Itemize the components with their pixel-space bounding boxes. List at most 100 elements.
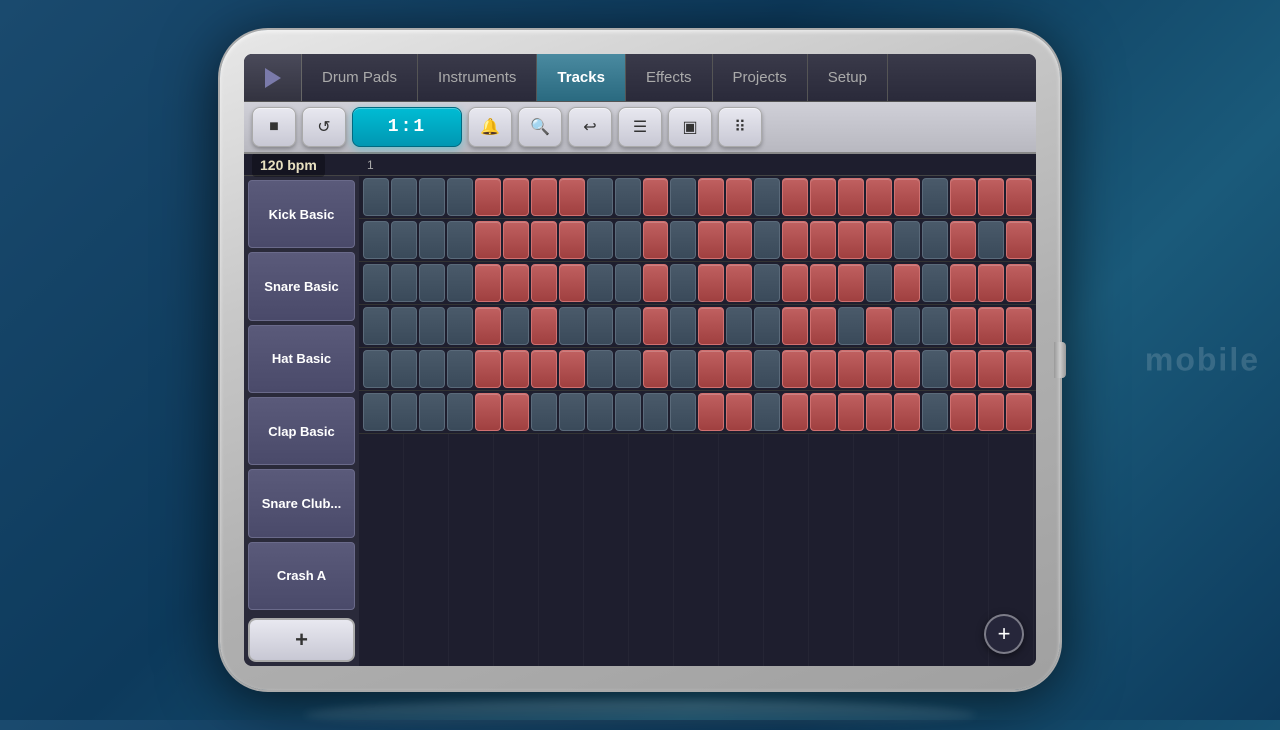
beat-cell-0-15[interactable]: [782, 178, 808, 216]
beat-cell-3-21[interactable]: [950, 307, 976, 345]
beat-cell-1-12[interactable]: [698, 221, 724, 259]
beat-cell-5-19[interactable]: [894, 393, 920, 431]
beat-cell-5-14[interactable]: [754, 393, 780, 431]
beat-cell-1-22[interactable]: [978, 221, 1004, 259]
beat-cell-1-18[interactable]: [866, 221, 892, 259]
beat-cell-2-4[interactable]: [475, 264, 501, 302]
beat-cell-3-9[interactable]: [615, 307, 641, 345]
beat-cell-3-7[interactable]: [559, 307, 585, 345]
beat-cell-3-5[interactable]: [503, 307, 529, 345]
beat-cell-1-13[interactable]: [726, 221, 752, 259]
beat-cell-2-23[interactable]: [1006, 264, 1032, 302]
beat-cell-5-21[interactable]: [950, 393, 976, 431]
beat-cell-5-22[interactable]: [978, 393, 1004, 431]
loop-button[interactable]: ↺: [302, 107, 346, 147]
beat-cell-2-8[interactable]: [587, 264, 613, 302]
beat-cell-3-18[interactable]: [866, 307, 892, 345]
side-button[interactable]: [1054, 342, 1066, 378]
beat-cell-2-11[interactable]: [670, 264, 696, 302]
beat-cell-2-6[interactable]: [531, 264, 557, 302]
beat-cell-4-15[interactable]: [782, 350, 808, 388]
beat-cell-5-13[interactable]: [726, 393, 752, 431]
beat-cell-2-16[interactable]: [810, 264, 836, 302]
beat-cell-2-2[interactable]: [419, 264, 445, 302]
beat-cell-4-1[interactable]: [391, 350, 417, 388]
beat-cell-1-7[interactable]: [559, 221, 585, 259]
beat-cell-4-13[interactable]: [726, 350, 752, 388]
beat-cell-1-21[interactable]: [950, 221, 976, 259]
beat-cell-0-1[interactable]: [391, 178, 417, 216]
tab-projects[interactable]: Projects: [713, 54, 808, 101]
beat-cell-2-20[interactable]: [922, 264, 948, 302]
beat-cell-5-17[interactable]: [838, 393, 864, 431]
beat-cell-2-18[interactable]: [866, 264, 892, 302]
beat-cell-2-3[interactable]: [447, 264, 473, 302]
beat-cell-5-20[interactable]: [922, 393, 948, 431]
beat-cell-2-1[interactable]: [391, 264, 417, 302]
beat-cell-4-3[interactable]: [447, 350, 473, 388]
beat-cell-5-6[interactable]: [531, 393, 557, 431]
beat-cell-0-22[interactable]: [978, 178, 1004, 216]
beat-cell-5-0[interactable]: [363, 393, 389, 431]
beat-cell-4-8[interactable]: [587, 350, 613, 388]
beat-cell-3-14[interactable]: [754, 307, 780, 345]
beat-cell-0-5[interactable]: [503, 178, 529, 216]
beat-cell-1-16[interactable]: [810, 221, 836, 259]
beat-cell-1-15[interactable]: [782, 221, 808, 259]
beat-cell-5-2[interactable]: [419, 393, 445, 431]
tab-instruments[interactable]: Instruments: [418, 54, 537, 101]
beat-cell-4-17[interactable]: [838, 350, 864, 388]
beat-cell-5-5[interactable]: [503, 393, 529, 431]
beat-cell-4-6[interactable]: [531, 350, 557, 388]
track-label-4[interactable]: Snare Club...: [248, 469, 355, 537]
beat-cell-5-12[interactable]: [698, 393, 724, 431]
beat-cell-0-23[interactable]: [1006, 178, 1032, 216]
beat-cell-1-1[interactable]: [391, 221, 417, 259]
beat-cell-2-9[interactable]: [615, 264, 641, 302]
beat-cell-4-9[interactable]: [615, 350, 641, 388]
beat-cell-1-20[interactable]: [922, 221, 948, 259]
track-label-3[interactable]: Clap Basic: [248, 397, 355, 465]
beat-cell-4-7[interactable]: [559, 350, 585, 388]
beat-cell-4-14[interactable]: [754, 350, 780, 388]
beat-cell-0-20[interactable]: [922, 178, 948, 216]
beat-cell-2-7[interactable]: [559, 264, 585, 302]
image-view-button[interactable]: ▣: [668, 107, 712, 147]
beat-cell-5-4[interactable]: [475, 393, 501, 431]
beat-cell-0-21[interactable]: [950, 178, 976, 216]
beat-cell-1-8[interactable]: [587, 221, 613, 259]
beat-cell-1-4[interactable]: [475, 221, 501, 259]
tab-setup[interactable]: Setup: [808, 54, 888, 101]
beat-cell-3-16[interactable]: [810, 307, 836, 345]
metronome-button[interactable]: 🔔: [468, 107, 512, 147]
add-track-grid-button[interactable]: +: [984, 614, 1024, 654]
beat-cell-2-19[interactable]: [894, 264, 920, 302]
beat-cell-5-11[interactable]: [670, 393, 696, 431]
beat-cell-2-15[interactable]: [782, 264, 808, 302]
beat-cell-0-2[interactable]: [419, 178, 445, 216]
beat-cell-2-21[interactable]: [950, 264, 976, 302]
beat-cell-5-18[interactable]: [866, 393, 892, 431]
beat-cell-4-5[interactable]: [503, 350, 529, 388]
beat-cell-3-20[interactable]: [922, 307, 948, 345]
tab-drum-pads[interactable]: Drum Pads: [302, 54, 418, 101]
beat-cell-2-14[interactable]: [754, 264, 780, 302]
beat-cell-3-23[interactable]: [1006, 307, 1032, 345]
list-view-button[interactable]: ☰: [618, 107, 662, 147]
beat-cell-5-8[interactable]: [587, 393, 613, 431]
beat-cell-0-3[interactable]: [447, 178, 473, 216]
tab-effects[interactable]: Effects: [626, 54, 713, 101]
beat-cell-4-18[interactable]: [866, 350, 892, 388]
play-button[interactable]: [244, 54, 302, 101]
beat-cell-1-5[interactable]: [503, 221, 529, 259]
track-label-5[interactable]: Crash A: [248, 542, 355, 610]
beat-cell-3-15[interactable]: [782, 307, 808, 345]
beat-cell-4-11[interactable]: [670, 350, 696, 388]
beat-cell-4-4[interactable]: [475, 350, 501, 388]
beat-cell-4-22[interactable]: [978, 350, 1004, 388]
beat-cell-0-17[interactable]: [838, 178, 864, 216]
beat-cell-1-23[interactable]: [1006, 221, 1032, 259]
beat-cell-4-12[interactable]: [698, 350, 724, 388]
beat-cell-2-13[interactable]: [726, 264, 752, 302]
beat-cell-1-17[interactable]: [838, 221, 864, 259]
